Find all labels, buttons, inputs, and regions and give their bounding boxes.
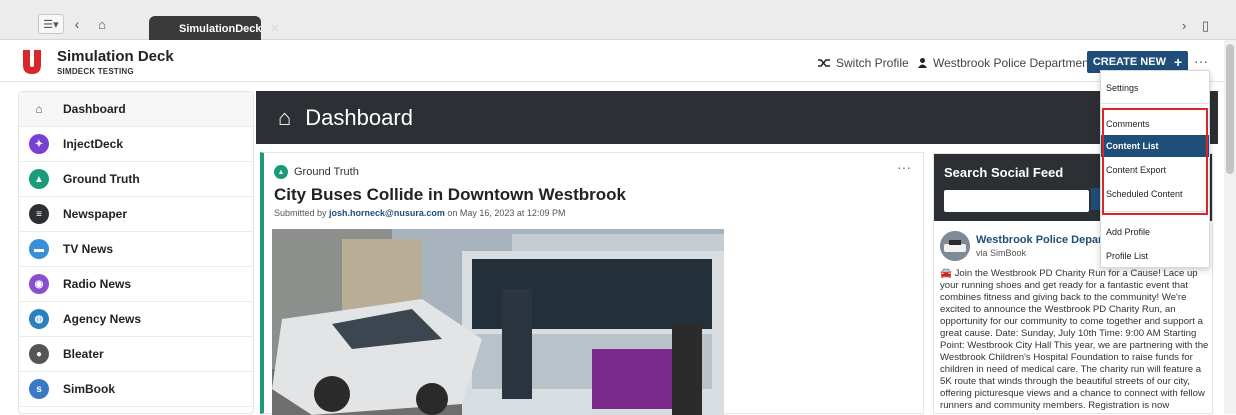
browser-panel-icon[interactable]: ▯ [1202, 18, 1209, 34]
post-card: ▲ Ground Truth ··· City Buses Collide in… [260, 152, 924, 415]
sidebar-item-bleater[interactable]: ● Bleater [19, 337, 253, 372]
app-header: Simulation Deck SIMDECK TESTING Switch P… [0, 40, 1224, 82]
post-tag[interactable]: ▲ Ground Truth [274, 165, 359, 179]
sidebar-item-label: TV News [63, 242, 114, 256]
switch-profile-link[interactable]: Switch Profile [818, 56, 909, 70]
post-meta-prefix: Submitted by [274, 208, 327, 218]
browser-menu-button[interactable]: ☰▾ [38, 14, 64, 34]
simbook-icon: s [29, 379, 49, 399]
browser-bar: ☰▾ ‹ ⌂ SimulationDeck ✕ › ▯ [0, 0, 1236, 41]
police-car-icon [940, 231, 970, 261]
post-meta-suffix: on May 16, 2023 at 12:09 PM [447, 208, 566, 218]
post-tag-label: Ground Truth [294, 166, 359, 178]
brand-subtitle: SIMDECK TESTING [57, 67, 134, 76]
bleater-icon: ● [29, 344, 49, 364]
scrollbar-thumb[interactable] [1226, 44, 1234, 174]
sidebar: ⌂ Dashboard ✦ InjectDeck ▲ Ground Truth ≡ Newsp… [18, 91, 254, 414]
post-author-link[interactable]: josh.horneck@nusura.com [329, 208, 445, 218]
simdeck-logo-icon [23, 50, 41, 74]
post-photo[interactable] [272, 229, 724, 415]
sidebar-item-dashboard[interactable]: ⌂ Dashboard [19, 92, 253, 127]
menu-item-settings[interactable]: Settings [1101, 77, 1209, 99]
department-link[interactable]: Westbrook Police Department [918, 56, 1092, 70]
tab-label: SimulationDeck [179, 22, 262, 35]
shuffle-icon [818, 59, 830, 67]
menu-item-add-profile[interactable]: Add Profile [1101, 221, 1209, 243]
post-more-icon[interactable]: ··· [897, 159, 911, 175]
dashboard-home-icon: ⌂ [278, 104, 292, 130]
ground-truth-icon: ▲ [274, 165, 288, 179]
sidebar-item-agency-news[interactable]: ◍ Agency News [19, 302, 253, 337]
sidebar-item-label: Newspaper [63, 207, 128, 221]
switch-profile-label: Switch Profile [836, 56, 909, 70]
social-post-text: Join the Westbrook PD Charity Run for a … [940, 268, 1209, 411]
browser-home-icon[interactable]: ⌂ [94, 14, 110, 34]
sidebar-item-ground-truth[interactable]: ▲ Ground Truth [19, 162, 253, 197]
page-scrollbar[interactable] [1224, 40, 1236, 414]
newspaper-icon: ≡ [29, 204, 49, 224]
sidebar-item-simbook[interactable]: s SimBook [19, 372, 253, 407]
user-icon [918, 58, 927, 68]
sidebar-item-label: Agency News [63, 312, 142, 326]
menu-item-profile-list[interactable]: Profile List [1101, 245, 1209, 267]
highlight-box [1102, 108, 1208, 215]
department-label: Westbrook Police Department [933, 56, 1093, 70]
sidebar-item-injectdeck[interactable]: ✦ InjectDeck [19, 127, 253, 162]
injectdeck-icon: ✦ [29, 134, 49, 154]
post-title[interactable]: City Buses Collide in Downtown Westbrook [274, 185, 626, 205]
page-title: Dashboard [305, 104, 413, 130]
sidebar-item-label: Ground Truth [63, 172, 140, 186]
more-options-icon[interactable]: ··· [1194, 53, 1208, 69]
sidebar-item-label: Bleater [63, 347, 104, 361]
social-post-source: via SimBook [976, 248, 1027, 258]
sidebar-item-tv-news[interactable]: ▬ TV News [19, 232, 253, 267]
menu-divider [1101, 103, 1209, 104]
sidebar-item-newspaper[interactable]: ≡ Newspaper [19, 197, 253, 232]
social-search-input[interactable] [944, 190, 1089, 212]
radio-icon: ◉ [29, 274, 49, 294]
avatar[interactable] [940, 231, 970, 261]
tab-close-icon[interactable]: ✕ [271, 22, 280, 35]
sidebar-item-label: Dashboard [63, 102, 126, 116]
tv-icon: ▬ [29, 239, 49, 259]
sidebar-item-radio-news[interactable]: ◉ Radio News [19, 267, 253, 302]
agency-icon: ◍ [29, 309, 49, 329]
home-icon: ⌂ [35, 102, 43, 116]
browser-back-button[interactable]: ‹ [70, 14, 84, 34]
social-post-body: 🚘 Join the Westbrook PD Charity Run for … [940, 268, 1210, 412]
brand-title: Simulation Deck [57, 48, 174, 65]
post-meta: Submitted by josh.horneck@nusura.com on … [274, 208, 565, 218]
plus-icon: + [1173, 54, 1183, 70]
sidebar-item-label: InjectDeck [63, 137, 124, 151]
sidebar-item-label: SimBook [63, 382, 116, 396]
tab-simulationdeck[interactable]: SimulationDeck ✕ [149, 16, 280, 41]
sidebar-item-label: Radio News [63, 277, 132, 291]
browser-forward-icon[interactable]: › [1182, 18, 1186, 33]
create-new-label: CREATE NEW [1092, 56, 1166, 68]
ground-truth-icon: ▲ [29, 169, 49, 189]
dashboard-banner: ⌂ Dashboard [256, 91, 1218, 144]
car-emoji-icon: 🚘 [940, 268, 955, 279]
